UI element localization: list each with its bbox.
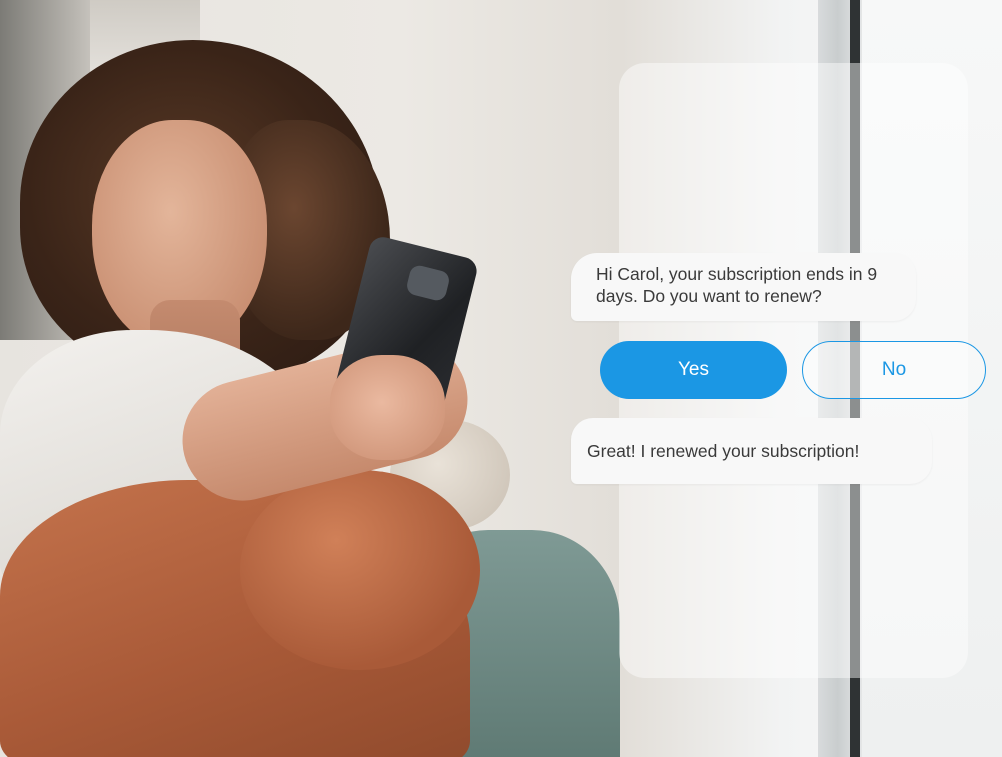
chat-message-text: Great! I renewed your subscription! xyxy=(587,441,860,461)
chat-message-bot-2: Great! I renewed your subscription! xyxy=(571,418,932,484)
background-photo: Hi Carol, your subscription ends in 9 da… xyxy=(0,0,1002,757)
no-button[interactable]: No xyxy=(802,341,986,399)
woman-hand xyxy=(330,355,445,460)
yes-button[interactable]: Yes xyxy=(600,341,787,399)
no-button-label: No xyxy=(881,359,907,380)
yes-button-label: Yes xyxy=(678,359,709,380)
chat-message-text: Hi Carol, your subscription ends in 9 da… xyxy=(596,264,878,306)
woman-knee xyxy=(240,470,480,670)
chat-message-bot-1: Hi Carol, your subscription ends in 9 da… xyxy=(571,253,916,321)
